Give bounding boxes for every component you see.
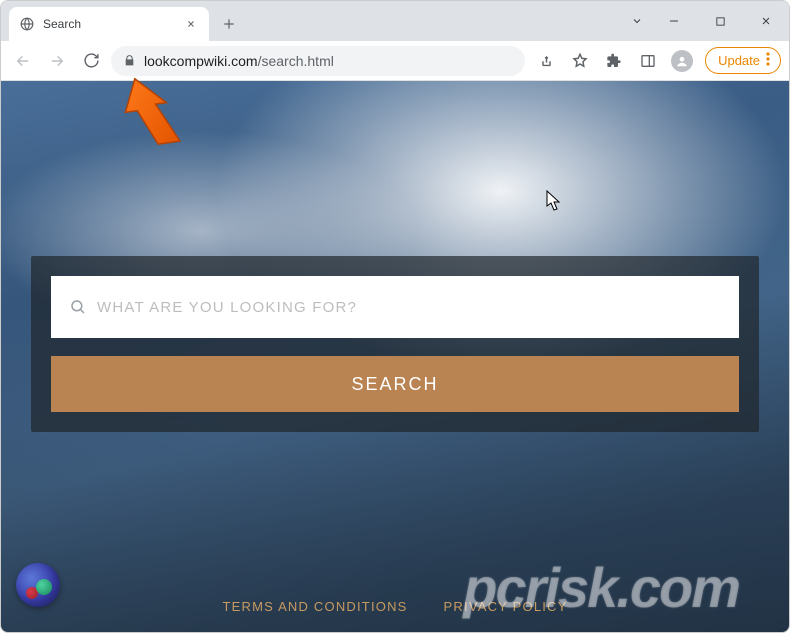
tab-title: Search — [43, 17, 175, 31]
footer-links: TERMS AND CONDITIONS PRIVACY POLICY — [1, 599, 789, 614]
minimize-button[interactable] — [651, 1, 697, 41]
profile-avatar[interactable] — [667, 46, 697, 76]
url-domain: lookcompwiki.com — [144, 53, 258, 69]
lock-icon — [123, 54, 136, 67]
titlebar: Search — [1, 1, 789, 41]
forward-button[interactable] — [43, 47, 71, 75]
search-input-wrap — [51, 276, 739, 338]
update-label: Update — [718, 53, 760, 68]
globe-icon — [19, 16, 35, 32]
bookmark-star-icon[interactable] — [565, 46, 595, 76]
toolbar-right: Update — [531, 46, 781, 76]
search-icon — [69, 298, 87, 316]
url-path: /search.html — [258, 53, 334, 69]
browser-tab[interactable]: Search — [9, 7, 209, 41]
share-icon[interactable] — [531, 46, 561, 76]
back-button[interactable] — [9, 47, 37, 75]
browser-window: Search — [0, 0, 790, 633]
sidepanel-icon[interactable] — [633, 46, 663, 76]
search-button[interactable]: SEARCH — [51, 356, 739, 412]
new-tab-button[interactable] — [215, 10, 243, 38]
url-text: lookcompwiki.com/search.html — [144, 53, 513, 69]
menu-dots-icon — [766, 52, 770, 69]
maximize-button[interactable] — [697, 1, 743, 41]
tab-search-button[interactable] — [623, 1, 651, 41]
search-panel: SEARCH — [31, 256, 759, 432]
toolbar: lookcompwiki.com/search.html Upd — [1, 41, 789, 81]
update-button[interactable]: Update — [705, 47, 781, 74]
avatar-icon — [671, 50, 693, 72]
window-controls — [623, 1, 789, 41]
address-bar[interactable]: lookcompwiki.com/search.html — [111, 46, 525, 76]
extensions-icon[interactable] — [599, 46, 629, 76]
page-content: SEARCH TERMS AND CONDITIONS PRIVACY POLI… — [1, 81, 789, 632]
terms-link[interactable]: TERMS AND CONDITIONS — [222, 599, 407, 614]
privacy-link[interactable]: PRIVACY POLICY — [444, 599, 568, 614]
tab-close-button[interactable] — [183, 16, 199, 32]
reload-button[interactable] — [77, 47, 105, 75]
close-window-button[interactable] — [743, 1, 789, 41]
search-input[interactable] — [97, 299, 721, 316]
